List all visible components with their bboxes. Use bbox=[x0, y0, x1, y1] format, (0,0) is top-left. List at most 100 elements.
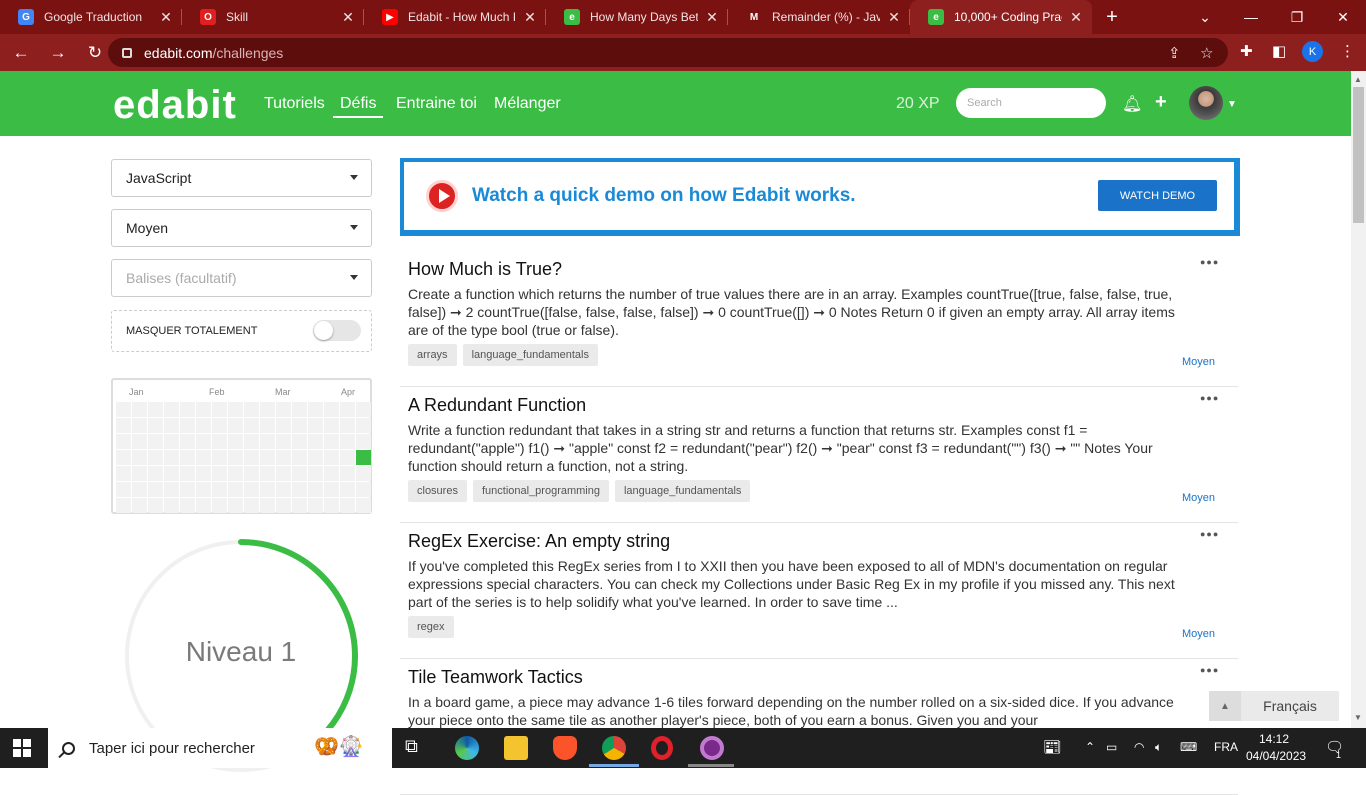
heatmap-cell bbox=[212, 418, 227, 433]
back-button[interactable]: ← bbox=[5, 37, 37, 69]
opera-gx-icon[interactable] bbox=[700, 736, 724, 760]
scroll-down-arrow[interactable]: ▼ bbox=[1354, 713, 1362, 722]
edge-icon[interactable] bbox=[455, 736, 479, 760]
heatmap-month: Mar bbox=[275, 387, 291, 397]
battery-icon[interactable]: ▭ bbox=[1106, 740, 1117, 754]
tab-close-icon[interactable]: ✕ bbox=[522, 9, 538, 26]
menu-kebab-icon[interactable]: ⋮ bbox=[1340, 42, 1355, 60]
chrome-icon[interactable] bbox=[602, 736, 626, 760]
nav-tutoriels[interactable]: Tutoriels bbox=[264, 95, 325, 113]
nav-melanger[interactable]: Mélanger bbox=[494, 95, 561, 113]
bookmark-star-icon[interactable]: ☆ bbox=[1200, 44, 1213, 62]
search-input[interactable] bbox=[956, 88, 1106, 118]
more-options-icon[interactable]: ●●● bbox=[1200, 257, 1219, 267]
side-panel-icon[interactable]: ◧ bbox=[1272, 42, 1286, 60]
heatmap-cell bbox=[340, 482, 355, 497]
input-language[interactable]: FRA bbox=[1214, 740, 1238, 754]
heatmap-cell bbox=[340, 434, 355, 449]
site-header: edabit Tutoriels Défis Entraine toi Méla… bbox=[0, 71, 1351, 136]
bell-icon[interactable]: 🔔︎ bbox=[1122, 94, 1142, 114]
challenge-card[interactable]: Tile Teamwork Tactics ●●● In a board game,… bbox=[400, 659, 1238, 795]
heatmap-cell bbox=[356, 466, 371, 481]
extensions-icon[interactable]: ✚ bbox=[1240, 42, 1253, 60]
challenge-description: Write a function redundant that takes in… bbox=[408, 422, 1153, 474]
notification-icon[interactable]: 🗨︎ bbox=[1325, 738, 1344, 756]
tab-title: Google Traduction bbox=[44, 10, 143, 24]
share-icon[interactable]: ⇪ bbox=[1168, 44, 1181, 62]
page-scrollbar[interactable]: ▲ ▼ bbox=[1351, 71, 1366, 728]
tab-close-icon[interactable]: ✕ bbox=[340, 9, 356, 26]
challenge-description: Create a function which returns the numb… bbox=[408, 286, 1175, 338]
tab-close-icon[interactable]: ✕ bbox=[158, 9, 174, 26]
challenge-title[interactable]: Tile Teamwork Tactics bbox=[408, 667, 583, 688]
tab-close-icon[interactable]: ✕ bbox=[1068, 9, 1084, 26]
file-explorer-icon[interactable] bbox=[504, 736, 528, 760]
tags-select[interactable]: Balises (facultatif) bbox=[111, 259, 372, 297]
profile-avatar[interactable]: K bbox=[1302, 41, 1323, 62]
forward-button[interactable]: → bbox=[42, 37, 74, 69]
close-window-button[interactable]: ✕ bbox=[1320, 0, 1366, 34]
opera-icon: O bbox=[200, 9, 216, 25]
brave-icon[interactable] bbox=[553, 736, 577, 760]
chevron-up-icon[interactable]: ⌃ bbox=[1085, 740, 1095, 754]
scrollbar-thumb[interactable] bbox=[1353, 87, 1364, 223]
browser-tab[interactable]: ▶ Edabit - How Much Is ✕ bbox=[364, 0, 546, 34]
challenge-tag[interactable]: functional_programming bbox=[472, 480, 609, 502]
more-options-icon[interactable]: ●●● bbox=[1200, 665, 1219, 675]
challenge-tag[interactable]: language_fundamentals bbox=[462, 344, 598, 366]
url-bar[interactable]: edabit.com/challenges ⇪ ☆ bbox=[108, 38, 1228, 67]
browser-tab[interactable]: e How Many Days Betw ✕ bbox=[546, 0, 728, 34]
browser-tab[interactable]: e 10,000+ Coding Practi ✕ bbox=[910, 0, 1092, 34]
tab-close-icon[interactable]: ✕ bbox=[886, 9, 902, 26]
challenge-card[interactable]: How Much is True? ●●● Create a function wh… bbox=[400, 251, 1238, 387]
challenge-card[interactable]: RegEx Exercise: An empty string ●●● If you… bbox=[400, 523, 1238, 659]
new-tab-button[interactable]: + bbox=[1092, 0, 1132, 34]
language-switcher[interactable]: ▲ Français bbox=[1209, 691, 1339, 721]
news-icon[interactable]: 📰︎ bbox=[1043, 738, 1062, 756]
scroll-up-arrow[interactable]: ▲ bbox=[1354, 75, 1362, 84]
wifi-icon[interactable]: ◠ bbox=[1134, 740, 1144, 754]
challenge-tag[interactable]: language_fundamentals bbox=[614, 480, 751, 502]
play-icon[interactable] bbox=[426, 180, 458, 212]
challenge-title[interactable]: A Redundant Function bbox=[408, 395, 586, 416]
heatmap-cell bbox=[228, 498, 243, 513]
more-options-icon[interactable]: ●●● bbox=[1200, 529, 1219, 539]
hide-completed-toggle[interactable] bbox=[313, 320, 361, 341]
windows-start-icon[interactable] bbox=[13, 739, 31, 757]
tab-search-icon[interactable]: ⌄ bbox=[1182, 0, 1228, 34]
keyboard-icon[interactable]: ⌨ bbox=[1180, 740, 1197, 754]
plus-icon[interactable]: + bbox=[1155, 91, 1167, 114]
reload-button[interactable]: ↻ bbox=[79, 37, 111, 69]
browser-tab[interactable]: O Skill ✕ bbox=[182, 0, 364, 34]
task-view-icon[interactable]: ⧉ bbox=[405, 736, 429, 760]
heatmap-cell bbox=[132, 418, 147, 433]
nav-defis[interactable]: Défis bbox=[333, 95, 384, 118]
clock[interactable]: 14:12 04/04/2023 bbox=[1246, 731, 1306, 765]
challenge-tag[interactable]: arrays bbox=[408, 344, 457, 366]
maximize-button[interactable]: ❐ bbox=[1274, 0, 1320, 34]
minimize-button[interactable]: — bbox=[1228, 0, 1274, 34]
tab-close-icon[interactable]: ✕ bbox=[704, 9, 720, 26]
edabit-logo[interactable]: edabit bbox=[113, 83, 237, 128]
user-avatar[interactable] bbox=[1189, 86, 1223, 120]
difficulty-select[interactable]: Moyen bbox=[111, 209, 372, 247]
challenge-title[interactable]: How Much is True? bbox=[408, 259, 562, 280]
watch-demo-button[interactable]: WATCH DEMO bbox=[1098, 180, 1217, 211]
hide-completed-label: MASQUER TOTALEMENT bbox=[126, 325, 258, 337]
taskbar-search[interactable]: Taper ici pour rechercher 🥨🎡 bbox=[48, 728, 392, 768]
chevron-down-icon[interactable]: ▼ bbox=[1227, 99, 1237, 110]
challenge-card[interactable]: A Redundant Function ●●● Write a function … bbox=[400, 387, 1238, 523]
heatmap-cell bbox=[260, 418, 275, 433]
nav-entraine-toi[interactable]: Entraine toi bbox=[396, 95, 477, 113]
browser-tab[interactable]: M Remainder (%) - JavaS ✕ bbox=[728, 0, 910, 34]
challenge-title[interactable]: RegEx Exercise: An empty string bbox=[408, 531, 670, 552]
opera-icon[interactable] bbox=[651, 736, 673, 760]
mdn-icon: M bbox=[746, 9, 762, 25]
challenge-tag[interactable]: closures bbox=[408, 480, 467, 502]
browser-tab[interactable]: G Google Traduction ✕ bbox=[0, 0, 182, 34]
language-select[interactable]: JavaScript bbox=[111, 159, 372, 197]
more-options-icon[interactable]: ●●● bbox=[1200, 393, 1219, 403]
challenge-tag[interactable]: regex bbox=[408, 616, 454, 638]
heatmap-cell bbox=[132, 482, 147, 497]
volume-icon[interactable]: 🔈︎ bbox=[1155, 740, 1162, 755]
